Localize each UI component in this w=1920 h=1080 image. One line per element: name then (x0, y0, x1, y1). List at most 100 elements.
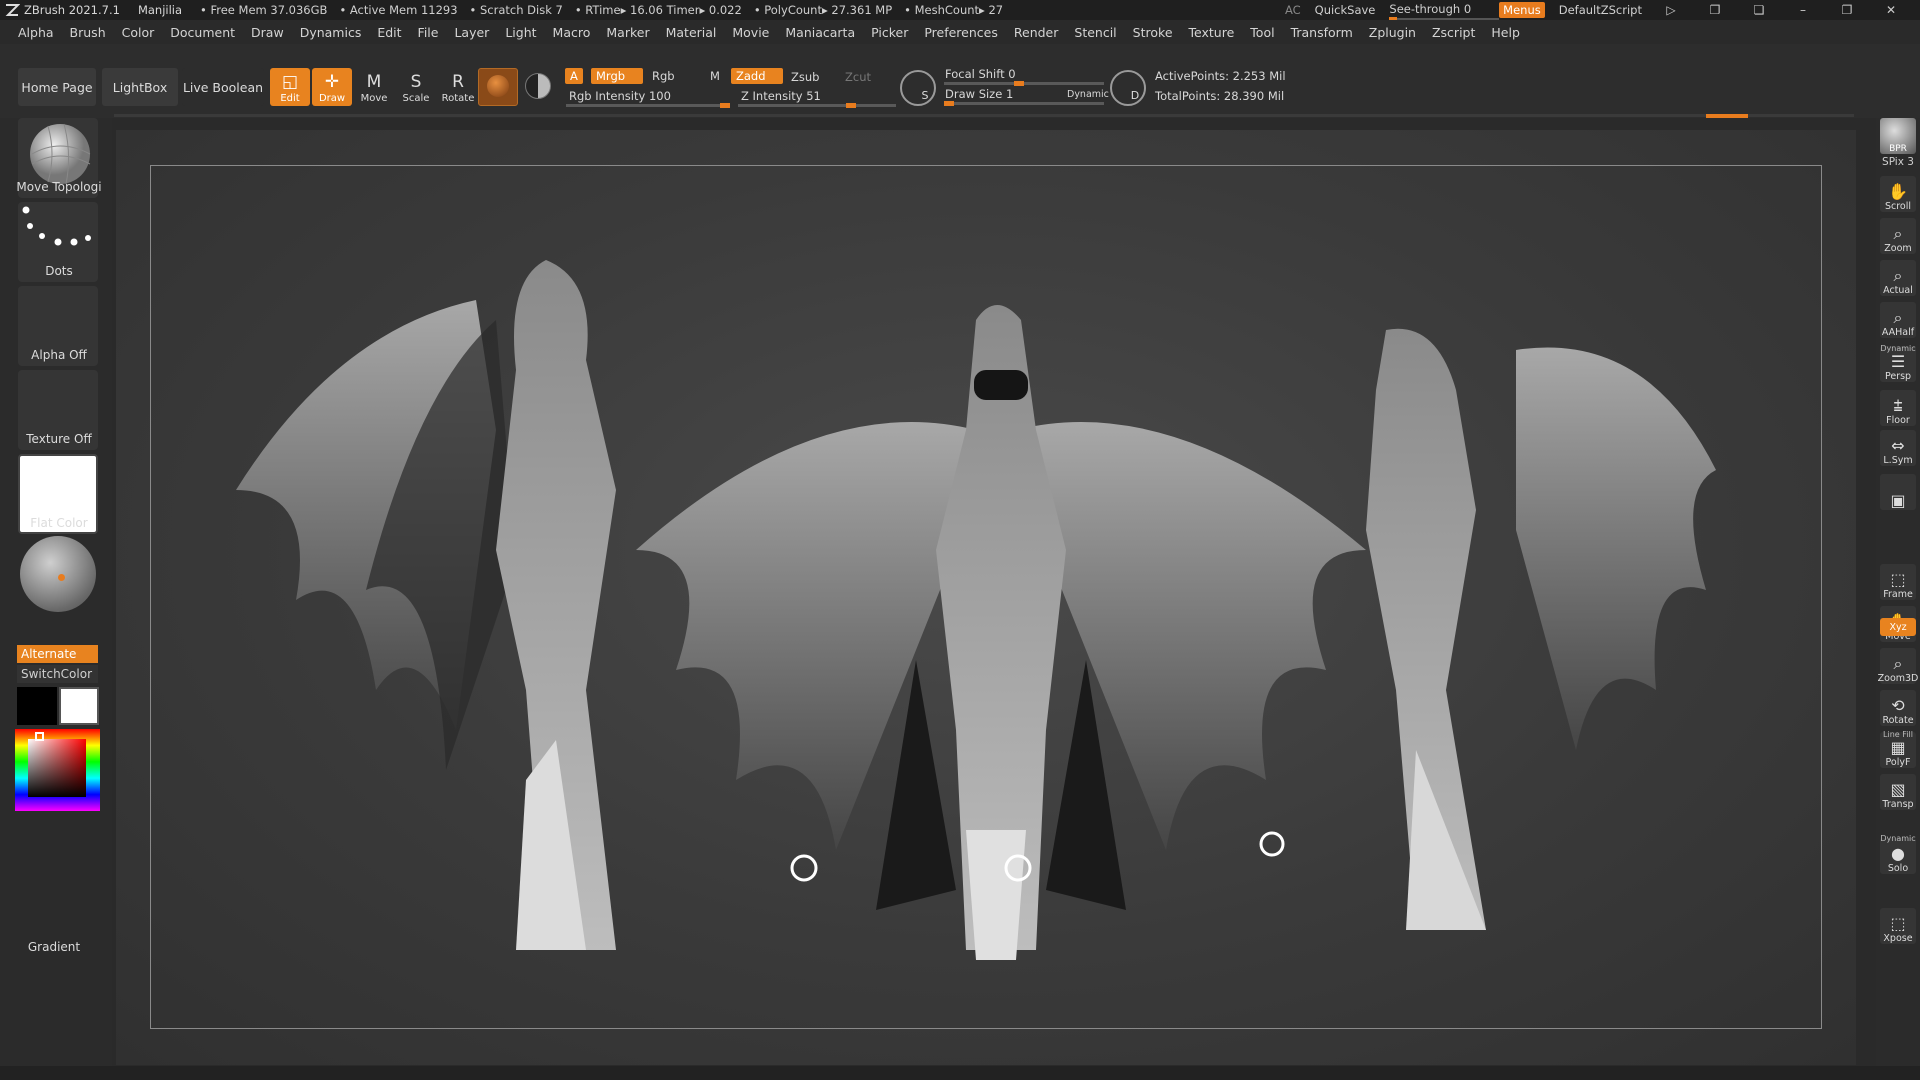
dock-icon[interactable]: ❏ (1744, 3, 1774, 17)
menu-light[interactable]: Light (505, 25, 536, 40)
scroll-view-button[interactable]: ✋ Scroll (1880, 176, 1916, 212)
seethrough-slider[interactable]: See-through 0 (1389, 2, 1500, 22)
solo-view-button[interactable]: ● Solo (1880, 838, 1916, 874)
draw-tool-button[interactable]: ✛ Draw (312, 68, 352, 106)
seethrough-label: See-through 0 (1389, 2, 1472, 16)
draw-size-slider[interactable] (944, 101, 1104, 106)
focal-shift-slider[interactable] (944, 81, 1104, 86)
character-front-view (636, 305, 1366, 960)
switchcolor-button[interactable]: SwitchColor (17, 665, 98, 683)
m-toggle[interactable]: M (705, 68, 725, 84)
live-boolean-button[interactable]: Live Boolean (182, 68, 264, 106)
menu-maniacarta[interactable]: Maniacarta (785, 25, 855, 40)
lightbox-button[interactable]: LightBox (102, 68, 178, 106)
quicksave-button[interactable]: QuickSave (1315, 3, 1376, 17)
xpose-icon: ⬚ (1890, 914, 1906, 933)
zsub-toggle[interactable]: Zsub (786, 69, 824, 85)
menu-alpha[interactable]: Alpha (18, 25, 54, 40)
viewport-canvas[interactable] (116, 130, 1856, 1065)
menu-zscript[interactable]: Zscript (1432, 25, 1475, 40)
menu-brush[interactable]: Brush (70, 25, 106, 40)
menu-marker[interactable]: Marker (606, 25, 649, 40)
stat-meshcount: • MeshCount▸ 27 (904, 3, 1004, 17)
zadd-toggle[interactable]: Zadd (731, 68, 783, 84)
xyz-symmetry-button[interactable]: Xyz (1880, 618, 1916, 636)
maximize-icon[interactable]: ❐ (1832, 3, 1862, 17)
menu-texture[interactable]: Texture (1189, 25, 1235, 40)
material-sphere-icon[interactable] (478, 68, 518, 106)
zcut-toggle[interactable]: Zcut (840, 69, 876, 85)
layout-arrows-icon[interactable]: ▷ (1656, 3, 1686, 17)
menu-transform[interactable]: Transform (1291, 25, 1353, 40)
aahalf-view-button[interactable]: ⌕ AAHalf (1880, 302, 1916, 338)
spix-label[interactable]: SPix 3 (1876, 156, 1920, 168)
rgb-intensity-slider[interactable] (566, 103, 730, 108)
lock-view-button[interactable]: ▣ (1880, 474, 1916, 510)
menu-stencil[interactable]: Stencil (1074, 25, 1116, 40)
a-toggle[interactable]: A (565, 68, 583, 84)
menu-material[interactable]: Material (666, 25, 717, 40)
home-page-button[interactable]: Home Page (18, 68, 96, 106)
view-button-label: Zoom (1884, 243, 1912, 254)
menu-color[interactable]: Color (122, 25, 155, 40)
menu-render[interactable]: Render (1014, 25, 1059, 40)
floor-view-button[interactable]: ⩲ Floor (1880, 390, 1916, 426)
menu-draw[interactable]: Draw (251, 25, 284, 40)
floor-icon: ⩲ (1893, 396, 1903, 415)
bottom-tray-handle[interactable] (0, 1066, 1920, 1080)
close-icon[interactable]: ✕ (1876, 3, 1906, 17)
color-picker[interactable] (15, 729, 100, 811)
color-sphere-icon[interactable] (518, 68, 558, 106)
s-lazy-mouse-icon[interactable]: S (900, 70, 936, 106)
d-dynamic-icon[interactable]: D (1110, 70, 1146, 106)
gradient-label[interactable]: Gradient (0, 940, 108, 954)
undock-icon[interactable]: ❐ (1700, 3, 1730, 17)
z-intensity-slider[interactable] (738, 103, 896, 108)
minimize-icon[interactable]: – (1788, 3, 1818, 17)
menu-edit[interactable]: Edit (377, 25, 401, 40)
transp-view-button[interactable]: ▧ Transp (1880, 774, 1916, 810)
color-picker-cursor[interactable] (35, 732, 44, 741)
secondary-color-swatch[interactable] (17, 687, 57, 725)
menu-picker[interactable]: Picker (871, 25, 908, 40)
lsym-view-button[interactable]: ⇔ L.Sym (1880, 430, 1916, 466)
title-bar: ZBrush 2021.7.1 Manjilia • Free Mem 37.0… (0, 0, 1920, 22)
frame-view-button[interactable]: ⬚ Frame (1880, 564, 1916, 600)
actual-view-button[interactable]: ⌕ Actual (1880, 260, 1916, 296)
color-picker-square[interactable] (28, 739, 86, 797)
rgb-toggle[interactable]: Rgb (647, 68, 680, 84)
menu-tool[interactable]: Tool (1250, 25, 1274, 40)
menu-document[interactable]: Document (170, 25, 235, 40)
d-label: D (1130, 88, 1140, 102)
xpose-view-button[interactable]: ⬚ Xpose (1880, 908, 1916, 944)
menu-help[interactable]: Help (1491, 25, 1520, 40)
s-label: S (921, 88, 929, 102)
menus-button[interactable]: Menus (1499, 2, 1545, 18)
zoom3d-view-button[interactable]: ⌕ Zoom3D (1878, 648, 1918, 684)
rotate-icon: R (452, 72, 464, 92)
menu-layer[interactable]: Layer (454, 25, 489, 40)
menu-dynamics[interactable]: Dynamics (300, 25, 362, 40)
zoom-view-button[interactable]: ⌕ Zoom (1880, 218, 1916, 254)
menu-macro[interactable]: Macro (553, 25, 591, 40)
rotate-view-button[interactable]: ⟲ Rotate (1880, 690, 1916, 726)
menu-preferences[interactable]: Preferences (924, 25, 998, 40)
menu-zplugin[interactable]: Zplugin (1369, 25, 1416, 40)
edit-tool-button[interactable]: ◱ Edit (270, 68, 310, 106)
scale-tool-button[interactable]: S Scale (396, 68, 436, 106)
primary-color-swatch[interactable] (59, 687, 99, 725)
bpr-button[interactable]: BPR (1880, 118, 1916, 154)
toolbar-scroll-thumb[interactable] (1706, 114, 1748, 118)
dynamic-toggle[interactable]: Dynamic (1062, 88, 1114, 101)
menu-stroke[interactable]: Stroke (1133, 25, 1173, 40)
lock-icon: ▣ (1890, 491, 1906, 510)
alternate-button[interactable]: Alternate (17, 645, 98, 663)
defaultzscript-button[interactable]: DefaultZScript (1559, 3, 1642, 17)
material-preview-sphere[interactable] (20, 536, 96, 612)
menu-movie[interactable]: Movie (732, 25, 769, 40)
move-tool-button[interactable]: M Move (354, 68, 394, 106)
menu-file[interactable]: File (418, 25, 439, 40)
mrgb-toggle[interactable]: Mrgb (591, 68, 643, 84)
toolbar-scroll-track[interactable] (114, 114, 1854, 118)
rotate-tool-button[interactable]: R Rotate (438, 68, 478, 106)
